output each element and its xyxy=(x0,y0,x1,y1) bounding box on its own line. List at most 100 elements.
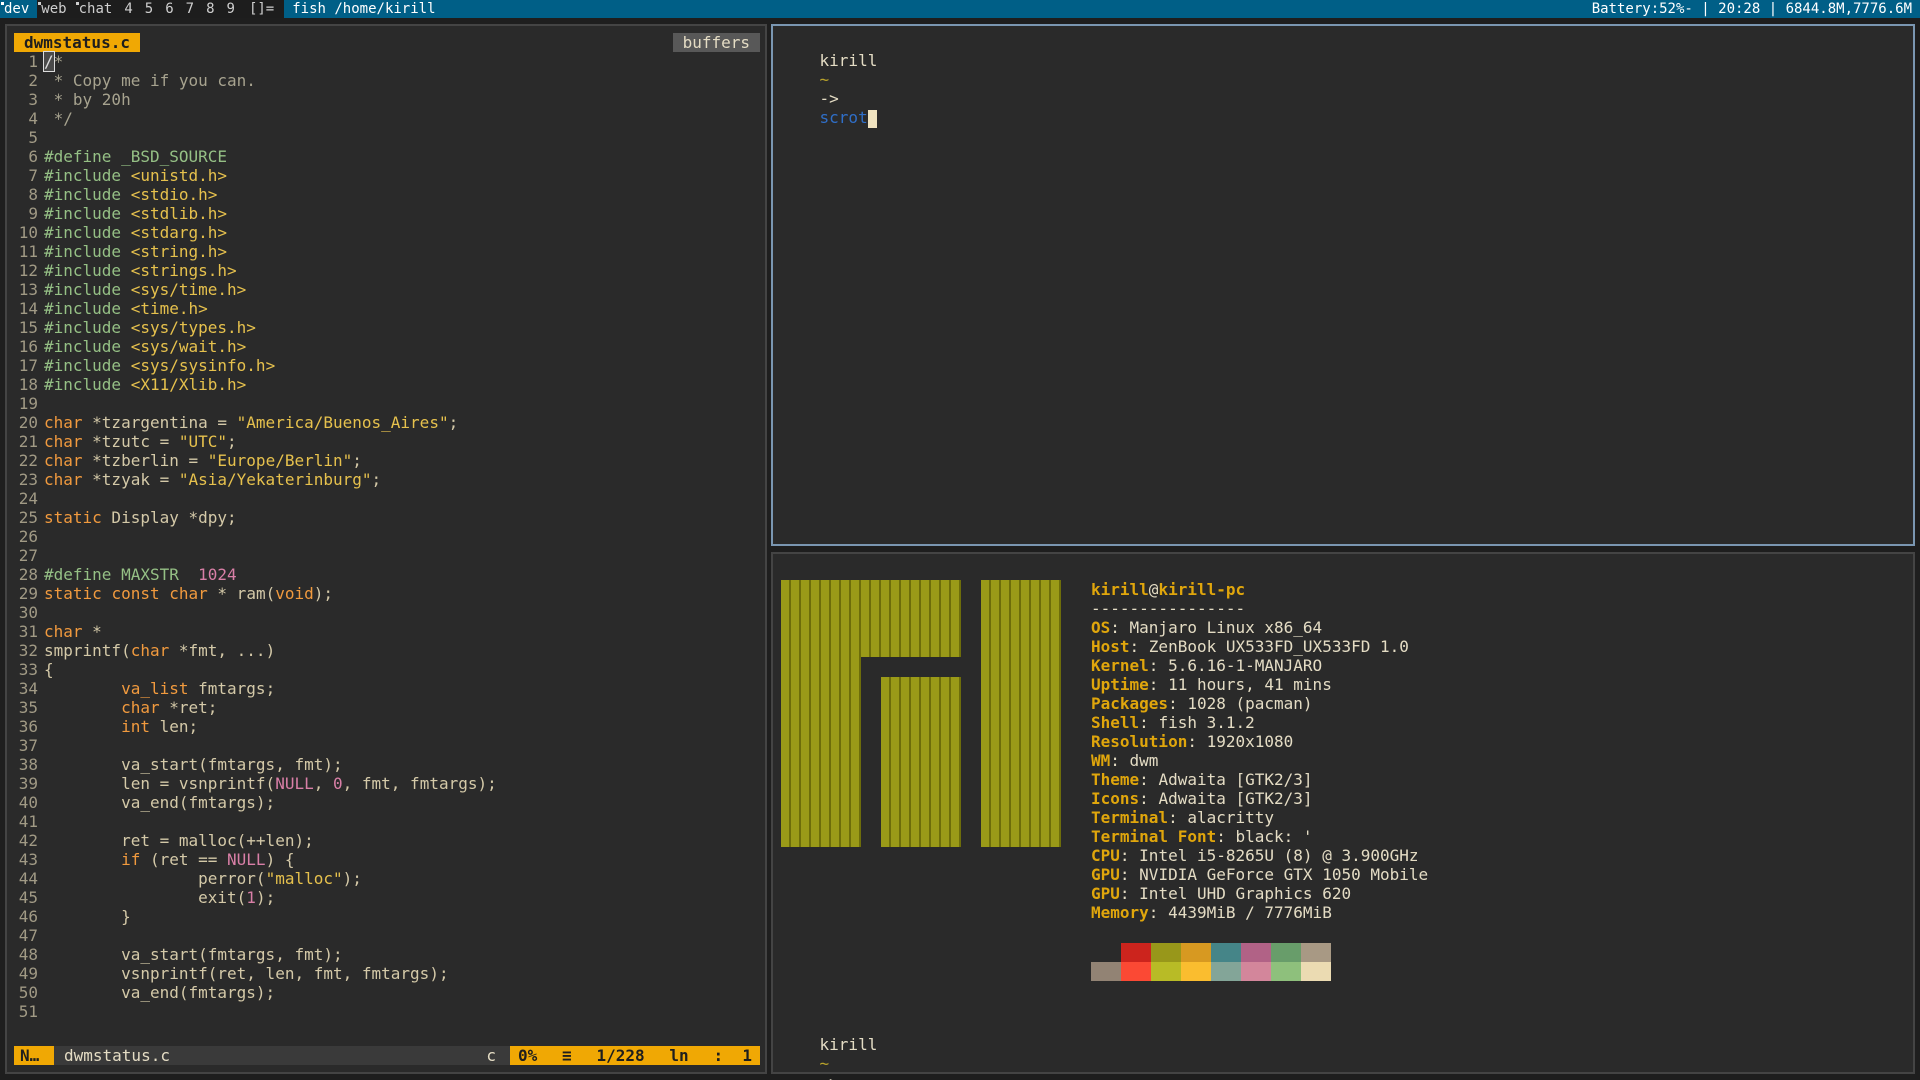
line-text: static const char * ram(void); xyxy=(44,584,334,603)
line-number: 37 xyxy=(18,736,38,755)
code-line[interactable]: 27 xyxy=(14,546,760,565)
line-number: 38 xyxy=(18,755,38,774)
line-number: 48 xyxy=(18,945,38,964)
code-line[interactable]: 32 smprintf(char *fmt, ...) xyxy=(14,641,760,660)
code-line[interactable]: 14 #include <time.h> xyxy=(14,299,760,318)
line-number: 44 xyxy=(18,869,38,888)
prompt-line[interactable]: kirill ~ -> scrot xyxy=(781,32,877,128)
code-line[interactable]: 25 static Display *dpy; xyxy=(14,508,760,527)
code-line[interactable]: 15 #include <sys/types.h> xyxy=(14,318,760,337)
line-number: 23 xyxy=(18,470,38,489)
line-number: 29 xyxy=(18,584,38,603)
code-line[interactable]: 10 #include <stdarg.h> xyxy=(14,223,760,242)
code-line[interactable]: 42 ret = malloc(++len); xyxy=(14,831,760,850)
code-line[interactable]: 30 xyxy=(14,603,760,622)
typed-command[interactable]: scrot xyxy=(820,108,868,127)
code-line[interactable]: 24 xyxy=(14,489,760,508)
tag-4[interactable]: 4 xyxy=(120,0,140,18)
code-line[interactable]: 20 char *tzargentina = "America/Buenos_Ai… xyxy=(14,413,760,432)
prompt-line[interactable]: kirill ~ -> xyxy=(781,1016,878,1080)
color-swatch xyxy=(1241,962,1271,981)
code-line[interactable]: 39 len = vsnprintf(NULL, 0, fmt, fmtargs… xyxy=(14,774,760,793)
code-line[interactable]: 1 /* xyxy=(14,51,760,72)
tag-5[interactable]: 5 xyxy=(141,0,161,18)
code-line[interactable]: 7 #include <unistd.h> xyxy=(14,166,760,185)
code-line[interactable]: 34 va_list fmtargs; xyxy=(14,679,760,698)
code-line[interactable]: 6 #define _BSD_SOURCE xyxy=(14,147,760,166)
info-host: Host: ZenBook UX533FD_UX533FD 1.0 xyxy=(1091,637,1409,656)
code-line[interactable]: 40 va_end(fmtargs); xyxy=(14,793,760,812)
line-number: 1 xyxy=(28,52,38,71)
code-line[interactable]: 45 exit(1); xyxy=(14,888,760,907)
line-number: 51 xyxy=(18,1002,38,1021)
line-text xyxy=(44,546,760,565)
code-line[interactable]: 22 char *tzberlin = "Europe/Berlin"; xyxy=(14,451,760,470)
lines-icon: ≡ xyxy=(562,1046,572,1065)
code-line[interactable]: 36 int len; xyxy=(14,717,760,736)
code-line[interactable]: 5 xyxy=(14,128,760,147)
terminal-top[interactable]: kirill ~ -> scrot xyxy=(771,24,1915,546)
line-number: 39 xyxy=(18,774,38,793)
line-text: char *ret; xyxy=(121,698,218,717)
code-line[interactable]: 47 xyxy=(14,926,760,945)
occupied-indicator-icon xyxy=(1,2,4,5)
code-line[interactable]: 11 #include <string.h> xyxy=(14,242,760,261)
code-line[interactable]: 23 char *tzyak = "Asia/Yekaterinburg"; xyxy=(14,470,760,489)
code-line[interactable]: 38 va_start(fmtargs, fmt); xyxy=(14,755,760,774)
code-line[interactable]: 31 char * xyxy=(14,622,760,641)
code-line[interactable]: 26 xyxy=(14,527,760,546)
code-line[interactable]: 33 { xyxy=(14,660,760,679)
info-os: OS: Manjaro Linux x86_64 xyxy=(1091,618,1323,637)
color-swatch xyxy=(1271,943,1301,962)
code-line[interactable]: 41 xyxy=(14,812,760,831)
tab-dwmstatus[interactable]: dwmstatus.c xyxy=(14,33,140,52)
code-line[interactable]: 49 vsnprintf(ret, len, fmt, fmtargs); xyxy=(14,964,760,983)
code-line[interactable]: 51 xyxy=(14,1002,760,1021)
info-shell: Shell: fish 3.1.2 xyxy=(1091,713,1255,732)
code-line[interactable]: 29 static const char * ram(void); xyxy=(14,584,760,603)
code-line[interactable]: 43 if (ret == NULL) { xyxy=(14,850,760,869)
tag-dev[interactable]: dev xyxy=(0,0,38,18)
tag-list: dev web chat 4 5 6 7 8 9 xyxy=(0,0,243,18)
code-line[interactable]: 4 */ xyxy=(14,109,760,128)
code-line[interactable]: 9 #include <stdlib.h> xyxy=(14,204,760,223)
layout-symbol[interactable]: []= xyxy=(243,0,284,18)
code-line[interactable]: 48 va_start(fmtargs, fmt); xyxy=(14,945,760,964)
code-line[interactable]: 16 #include <sys/wait.h> xyxy=(14,337,760,356)
tag-6[interactable]: 6 xyxy=(161,0,181,18)
code-line[interactable]: 46 } xyxy=(14,907,760,926)
code-line[interactable]: 17 #include <sys/sysinfo.h> xyxy=(14,356,760,375)
code-line[interactable]: 2 * Copy me if you can. xyxy=(14,71,760,90)
tag-7[interactable]: 7 xyxy=(182,0,202,18)
line-number: 3 xyxy=(28,90,38,109)
editor-window[interactable]: dwmstatus.c buffers 1/* 2 * Copy me if yo… xyxy=(5,24,767,1074)
line-text: #include <sys/wait.h> xyxy=(44,337,247,356)
code-line[interactable]: 8 #include <stdio.h> xyxy=(14,185,760,204)
color-swatch xyxy=(1151,943,1181,962)
buffers-label[interactable]: buffers xyxy=(672,33,760,52)
code-editor[interactable]: 1/* 2 * Copy me if you can. 3 * by 20h 4 */… xyxy=(14,51,760,1021)
info-icons: Icons: Adwaita [GTK2/3] xyxy=(1091,789,1313,808)
line-text: va_list fmtargs; xyxy=(121,679,276,698)
code-line[interactable]: 19 xyxy=(14,394,760,413)
tag-8[interactable]: 8 xyxy=(202,0,222,18)
code-line[interactable]: 50 va_end(fmtargs); xyxy=(14,983,760,1002)
tag-web[interactable]: web xyxy=(37,0,74,18)
code-line[interactable]: 13 #include <sys/time.h> xyxy=(14,280,760,299)
code-line[interactable]: 28 #define MAXSTR 1024 xyxy=(14,565,760,584)
code-line[interactable]: 35 char *ret; xyxy=(14,698,760,717)
line-number: 20 xyxy=(18,413,38,432)
line-text: */ xyxy=(44,109,73,128)
code-line[interactable]: 37 xyxy=(14,736,760,755)
tag-9[interactable]: 9 xyxy=(223,0,243,18)
code-line[interactable]: 44 perror("malloc"); xyxy=(14,869,760,888)
line-number: 40 xyxy=(18,793,38,812)
code-line[interactable]: 18 #include <X11/Xlib.h> xyxy=(14,375,760,394)
code-line[interactable]: 12 #include <strings.h> xyxy=(14,261,760,280)
code-line[interactable]: 21 char *tzutc = "UTC"; xyxy=(14,432,760,451)
color-swatch xyxy=(1121,962,1151,981)
tag-chat[interactable]: chat xyxy=(75,0,121,18)
code-line[interactable]: 3 * by 20h xyxy=(14,90,760,109)
terminal-bottom[interactable]: kirill ~ -> neofetch kirill@kirill-pc --… xyxy=(771,552,1915,1080)
line-text: #include <sys/time.h> xyxy=(44,280,247,299)
